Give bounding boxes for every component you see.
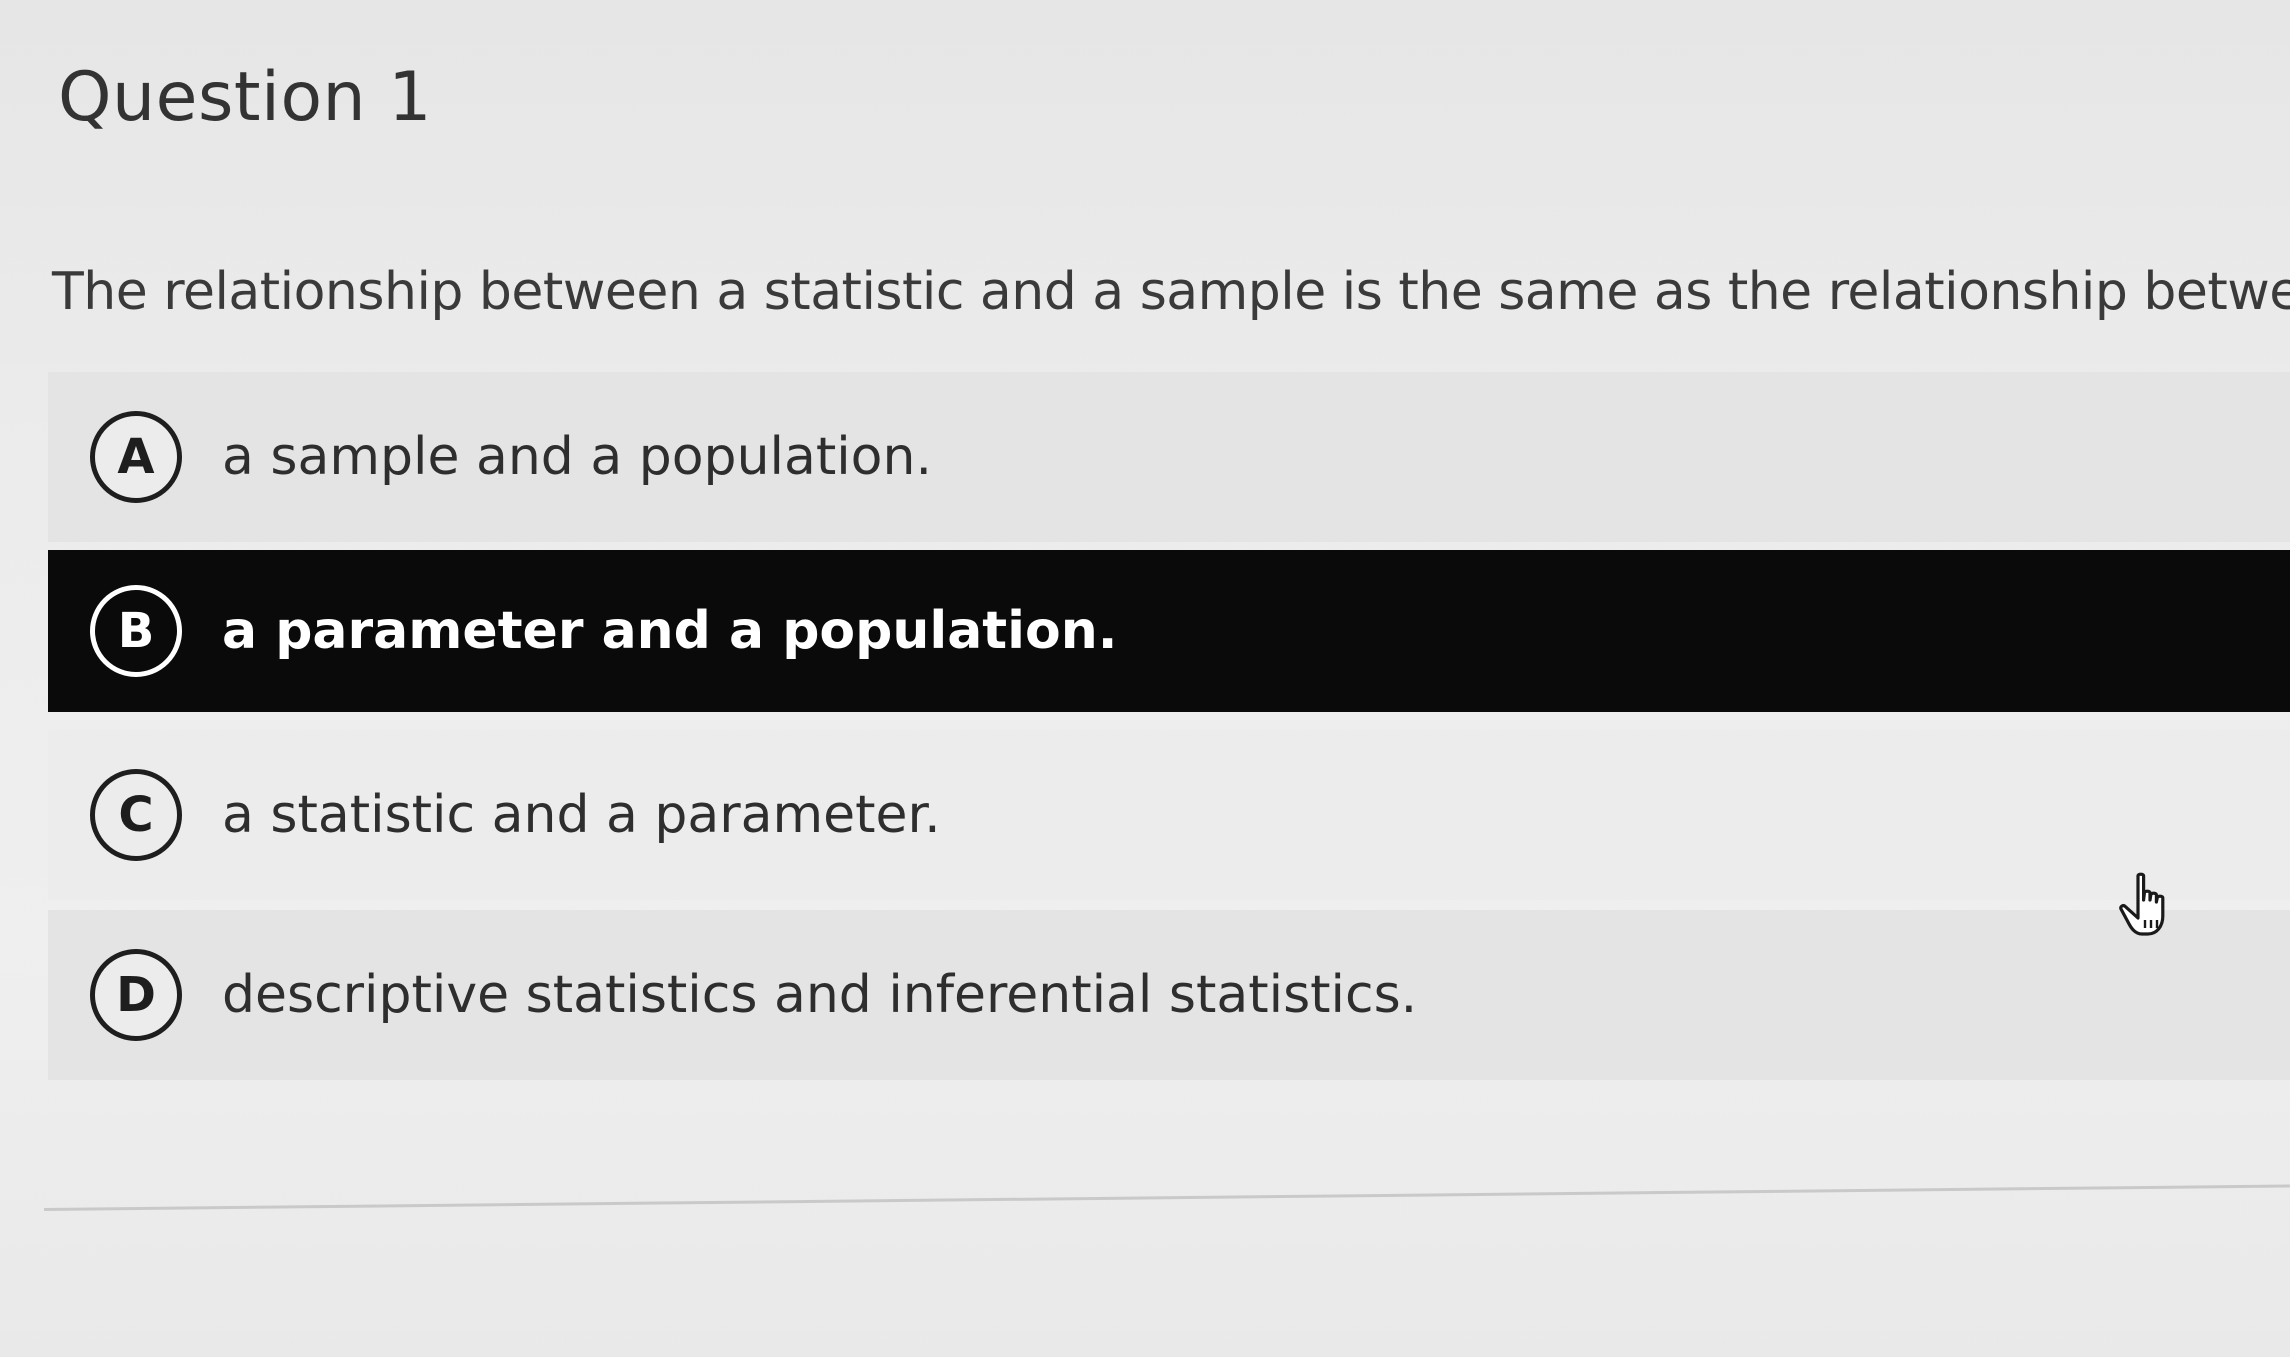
option-b-label: a parameter and a population. xyxy=(222,601,1118,661)
option-c[interactable]: C a statistic and a parameter. xyxy=(48,730,2290,900)
hand-pointer-icon xyxy=(2119,872,2165,936)
option-a-letter-badge: A xyxy=(90,411,182,503)
option-d[interactable]: D descriptive statistics and inferential… xyxy=(48,910,2290,1080)
option-d-letter-badge: D xyxy=(90,949,182,1041)
footer-divider xyxy=(43,1184,2290,1211)
option-d-label: descriptive statistics and inferential s… xyxy=(222,965,1418,1025)
option-a-label: a sample and a population. xyxy=(222,427,932,487)
option-a[interactable]: A a sample and a population. xyxy=(48,372,2290,542)
option-c-label: a statistic and a parameter. xyxy=(222,785,941,845)
option-b[interactable]: B a parameter and a population. xyxy=(48,550,2290,712)
option-b-letter-badge: B xyxy=(90,585,182,677)
option-c-letter-badge: C xyxy=(90,769,182,861)
question-prompt: The relationship between a statistic and… xyxy=(52,262,2290,322)
question-title: Question 1 xyxy=(58,58,433,137)
